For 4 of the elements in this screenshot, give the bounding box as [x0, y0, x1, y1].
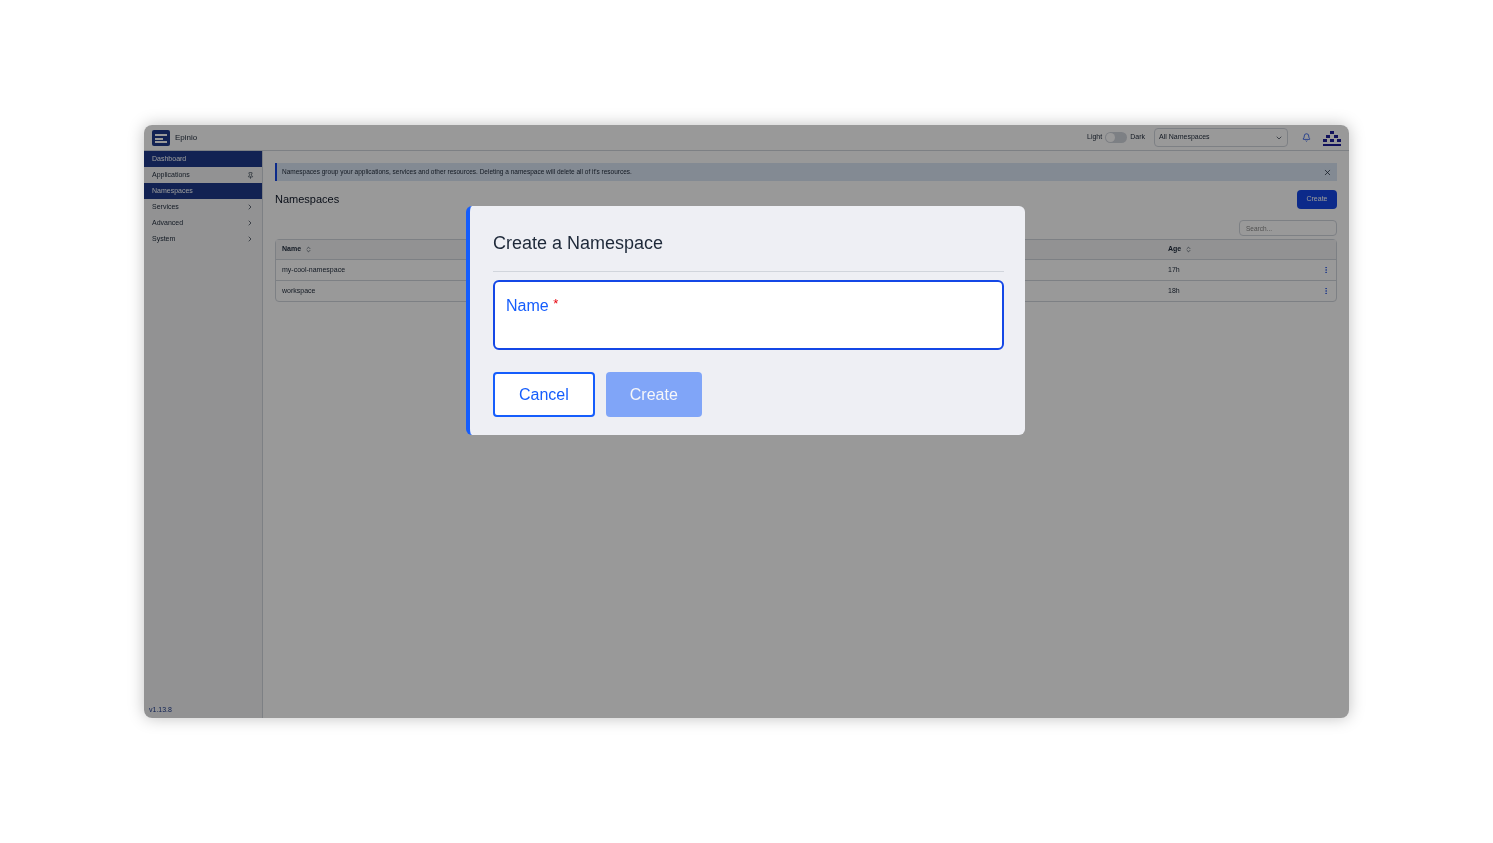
dialog-title: Create a Namespace	[493, 230, 1004, 272]
page-title: Namespaces	[275, 192, 340, 208]
field-label: Name *	[506, 297, 559, 314]
brand-name: Epinio	[175, 131, 198, 144]
